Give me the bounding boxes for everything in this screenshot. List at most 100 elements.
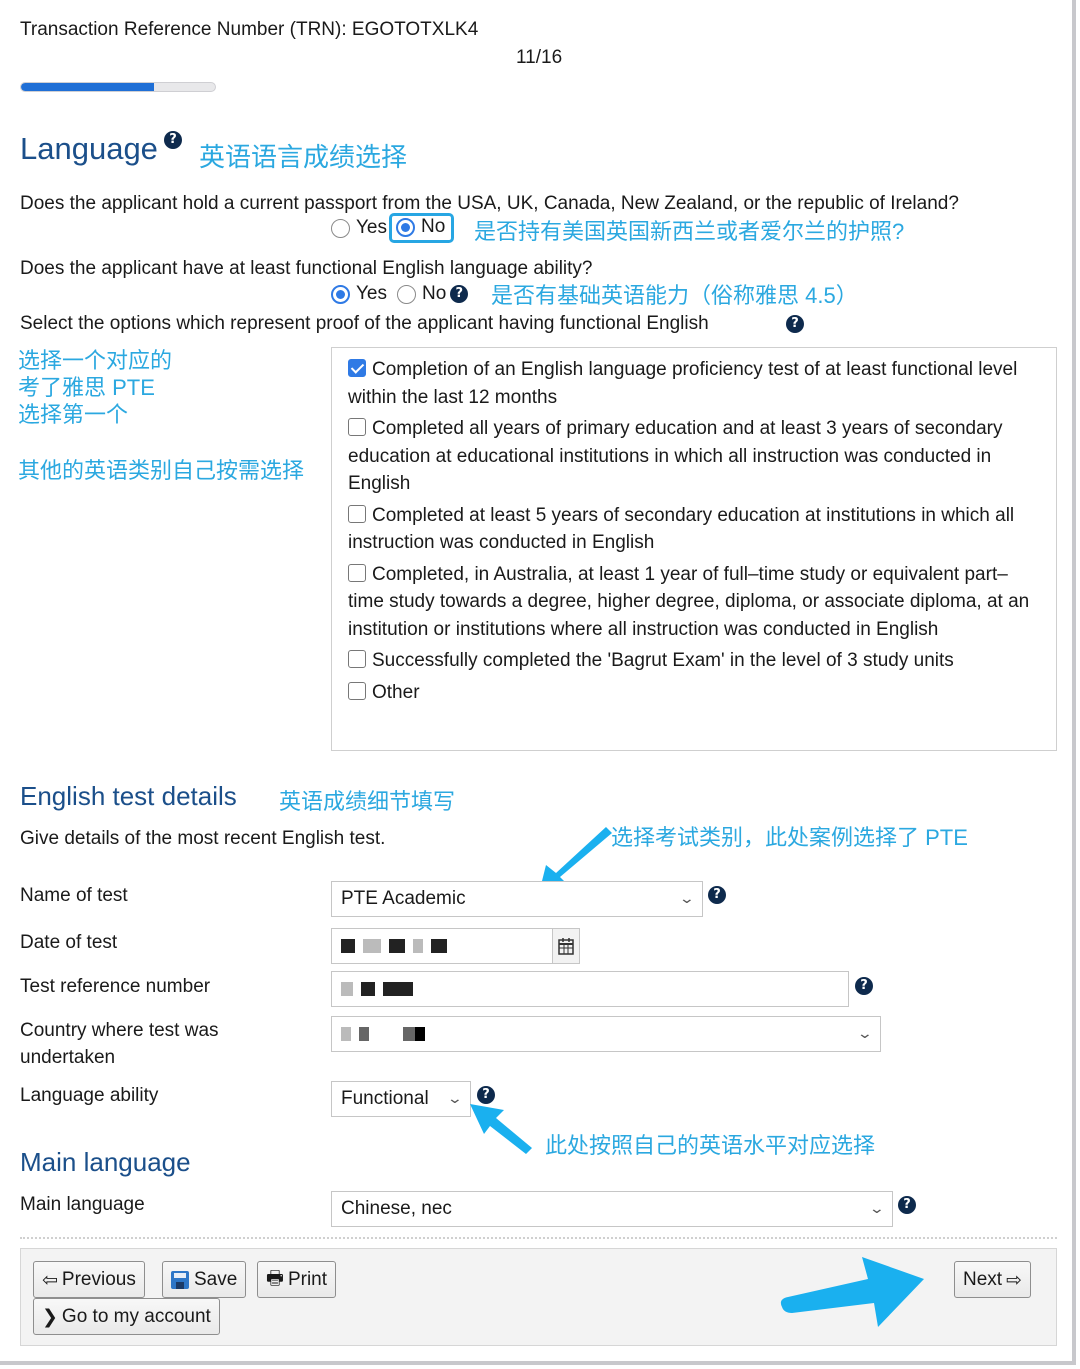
go-to-account-button[interactable]: ❯ Go to my account bbox=[33, 1298, 220, 1335]
main-language-value: Chinese, nec bbox=[341, 1198, 452, 1219]
redacted-value bbox=[341, 939, 355, 953]
language-heading: Language bbox=[20, 131, 158, 166]
help-icon[interactable]: ? bbox=[786, 315, 804, 333]
english-ability-question: Does the applicant have at least functio… bbox=[20, 258, 593, 279]
redacted-value bbox=[359, 1027, 369, 1041]
test-reference-input[interactable] bbox=[331, 971, 849, 1007]
calendar-icon bbox=[558, 938, 574, 955]
passport-yes-label: Yes bbox=[356, 217, 387, 238]
redacted-value bbox=[361, 982, 375, 996]
redacted-value bbox=[415, 1027, 425, 1041]
main-language-select[interactable]: Chinese, nec ⌄ bbox=[331, 1191, 893, 1227]
trn-label: Transaction Reference Number (TRN): EGOT… bbox=[20, 19, 479, 40]
ability-no-radio[interactable] bbox=[397, 284, 416, 304]
checkbox-checked[interactable] bbox=[348, 359, 366, 377]
help-icon[interactable]: ? bbox=[164, 131, 182, 149]
ability-no-label: No bbox=[422, 283, 447, 304]
main-language-heading: Main language bbox=[20, 1147, 191, 1177]
arrow-left-icon: ⇦ bbox=[42, 1268, 58, 1291]
help-icon[interactable]: ? bbox=[855, 977, 873, 995]
ability-yes-label: Yes bbox=[356, 283, 387, 304]
proof-option-label: Completed at least 5 years of secondary … bbox=[348, 504, 1015, 554]
proof-question: Select the options which represent proof… bbox=[20, 313, 709, 334]
annotation-choose-first: 选择一个对应的 考了雅思 PTE 选择第一个 bbox=[18, 347, 172, 428]
name-of-test-value: PTE Academic bbox=[341, 888, 466, 909]
proof-option-label: Completion of an English language profic… bbox=[348, 359, 1018, 408]
proof-options-box: Completion of an English language profic… bbox=[331, 347, 1057, 751]
calendar-button[interactable] bbox=[552, 928, 580, 964]
chevron-down-icon: ⌄ bbox=[446, 1091, 464, 1107]
redacted-value bbox=[389, 939, 405, 953]
help-icon[interactable]: ? bbox=[708, 886, 726, 904]
checkbox[interactable] bbox=[348, 504, 366, 523]
progress-bar bbox=[20, 82, 216, 92]
annotation-passport: 是否持有美国英国新西兰或者爱尔兰的护照? bbox=[474, 219, 905, 244]
name-of-test-select[interactable]: PTE Academic ⌄ bbox=[331, 881, 703, 917]
annotation-line: 考了雅思 PTE bbox=[18, 375, 155, 400]
next-button[interactable]: Next ⇨ bbox=[954, 1261, 1031, 1298]
annotation-test-type: 选择考试类别，此处案例选择了 PTE bbox=[611, 825, 968, 850]
chevron-down-icon: ⌄ bbox=[856, 1026, 874, 1042]
annotation-ability: 是否有基础英语能力（俗称雅思 4.5） bbox=[491, 283, 858, 308]
proof-option-label: Completed, in Australia, at least 1 year… bbox=[348, 563, 1030, 640]
chevron-down-icon: ⌄ bbox=[868, 1201, 886, 1217]
annotation-language: 英语语言成绩选择 bbox=[199, 142, 408, 172]
proof-option[interactable]: Completed all years of primary education… bbox=[348, 415, 1040, 498]
checkbox[interactable] bbox=[348, 563, 366, 582]
proof-option[interactable]: Successfully completed the 'Bagrut Exam'… bbox=[348, 647, 1040, 675]
country-label: Country where test was undertaken bbox=[20, 1020, 219, 1068]
arrow-right-icon: ⇨ bbox=[1006, 1268, 1022, 1291]
save-label: Save bbox=[194, 1268, 238, 1290]
name-of-test-label: Name of test bbox=[20, 885, 128, 906]
proof-option-label: Successfully completed the 'Bagrut Exam'… bbox=[372, 650, 954, 671]
annotation-test-details: 英语成绩细节填写 bbox=[279, 789, 456, 814]
print-icon: 🖶 bbox=[266, 1266, 284, 1289]
redacted-value bbox=[341, 982, 353, 996]
help-icon[interactable]: ? bbox=[898, 1196, 916, 1214]
go-to-account-label: Go to my account bbox=[61, 1305, 211, 1327]
redacted-value bbox=[413, 939, 423, 953]
country-select[interactable]: ⌄ bbox=[331, 1016, 881, 1052]
checkbox[interactable] bbox=[348, 650, 366, 668]
test-details-intro: Give details of the most recent English … bbox=[20, 828, 386, 849]
redacted-value bbox=[341, 1027, 433, 1041]
test-details-heading: English test details bbox=[20, 781, 237, 811]
divider bbox=[20, 1237, 1057, 1239]
redacted-value bbox=[341, 1027, 351, 1041]
passport-yes-radio[interactable] bbox=[331, 218, 350, 238]
passport-question: Does the applicant hold a current passpo… bbox=[20, 193, 959, 214]
passport-radio-group: Yes No bbox=[331, 213, 455, 243]
proof-option[interactable]: Other bbox=[348, 679, 1040, 707]
main-language-label: Main language bbox=[20, 1194, 145, 1215]
passport-no-radio[interactable] bbox=[396, 217, 415, 237]
checkbox[interactable] bbox=[348, 418, 366, 436]
redacted-value bbox=[431, 939, 447, 953]
language-ability-label: Language ability bbox=[20, 1085, 159, 1106]
print-label: Print bbox=[287, 1268, 328, 1290]
chevron-down-icon: ⌄ bbox=[678, 891, 696, 907]
next-label: Next bbox=[963, 1268, 1003, 1290]
chevron-right-icon: ❯ bbox=[42, 1305, 58, 1328]
save-button[interactable]: Save bbox=[162, 1261, 247, 1298]
print-button[interactable]: 🖶 Print bbox=[257, 1261, 337, 1298]
redacted-value bbox=[363, 939, 381, 953]
checkbox[interactable] bbox=[348, 681, 366, 700]
annotation-line: 选择第一个 bbox=[18, 402, 129, 427]
ability-yes-radio[interactable] bbox=[331, 284, 350, 304]
proof-option[interactable]: Completed at least 5 years of secondary … bbox=[348, 502, 1040, 557]
proof-option[interactable]: Completed, in Australia, at least 1 year… bbox=[348, 561, 1040, 644]
date-of-test-label: Date of test bbox=[20, 932, 118, 953]
help-icon[interactable]: ? bbox=[450, 285, 469, 303]
previous-button[interactable]: ⇦ Previous bbox=[33, 1261, 145, 1298]
test-reference-label: Test reference number bbox=[20, 976, 211, 997]
proof-option-label: Completed all years of primary education… bbox=[348, 418, 1003, 494]
language-ability-select[interactable]: Functional ⌄ bbox=[331, 1081, 471, 1117]
redacted-value bbox=[403, 1027, 415, 1041]
proof-option[interactable]: Completion of an English language profic… bbox=[348, 356, 1040, 411]
arrow-annotation-icon bbox=[780, 1257, 924, 1327]
proof-option-label: Other bbox=[372, 681, 420, 703]
annotation-ability-level: 此处按照自己的英语水平对应选择 bbox=[545, 1133, 876, 1158]
previous-label: Previous bbox=[61, 1268, 136, 1290]
progress-fill bbox=[21, 83, 155, 91]
date-of-test-input[interactable] bbox=[331, 928, 580, 964]
